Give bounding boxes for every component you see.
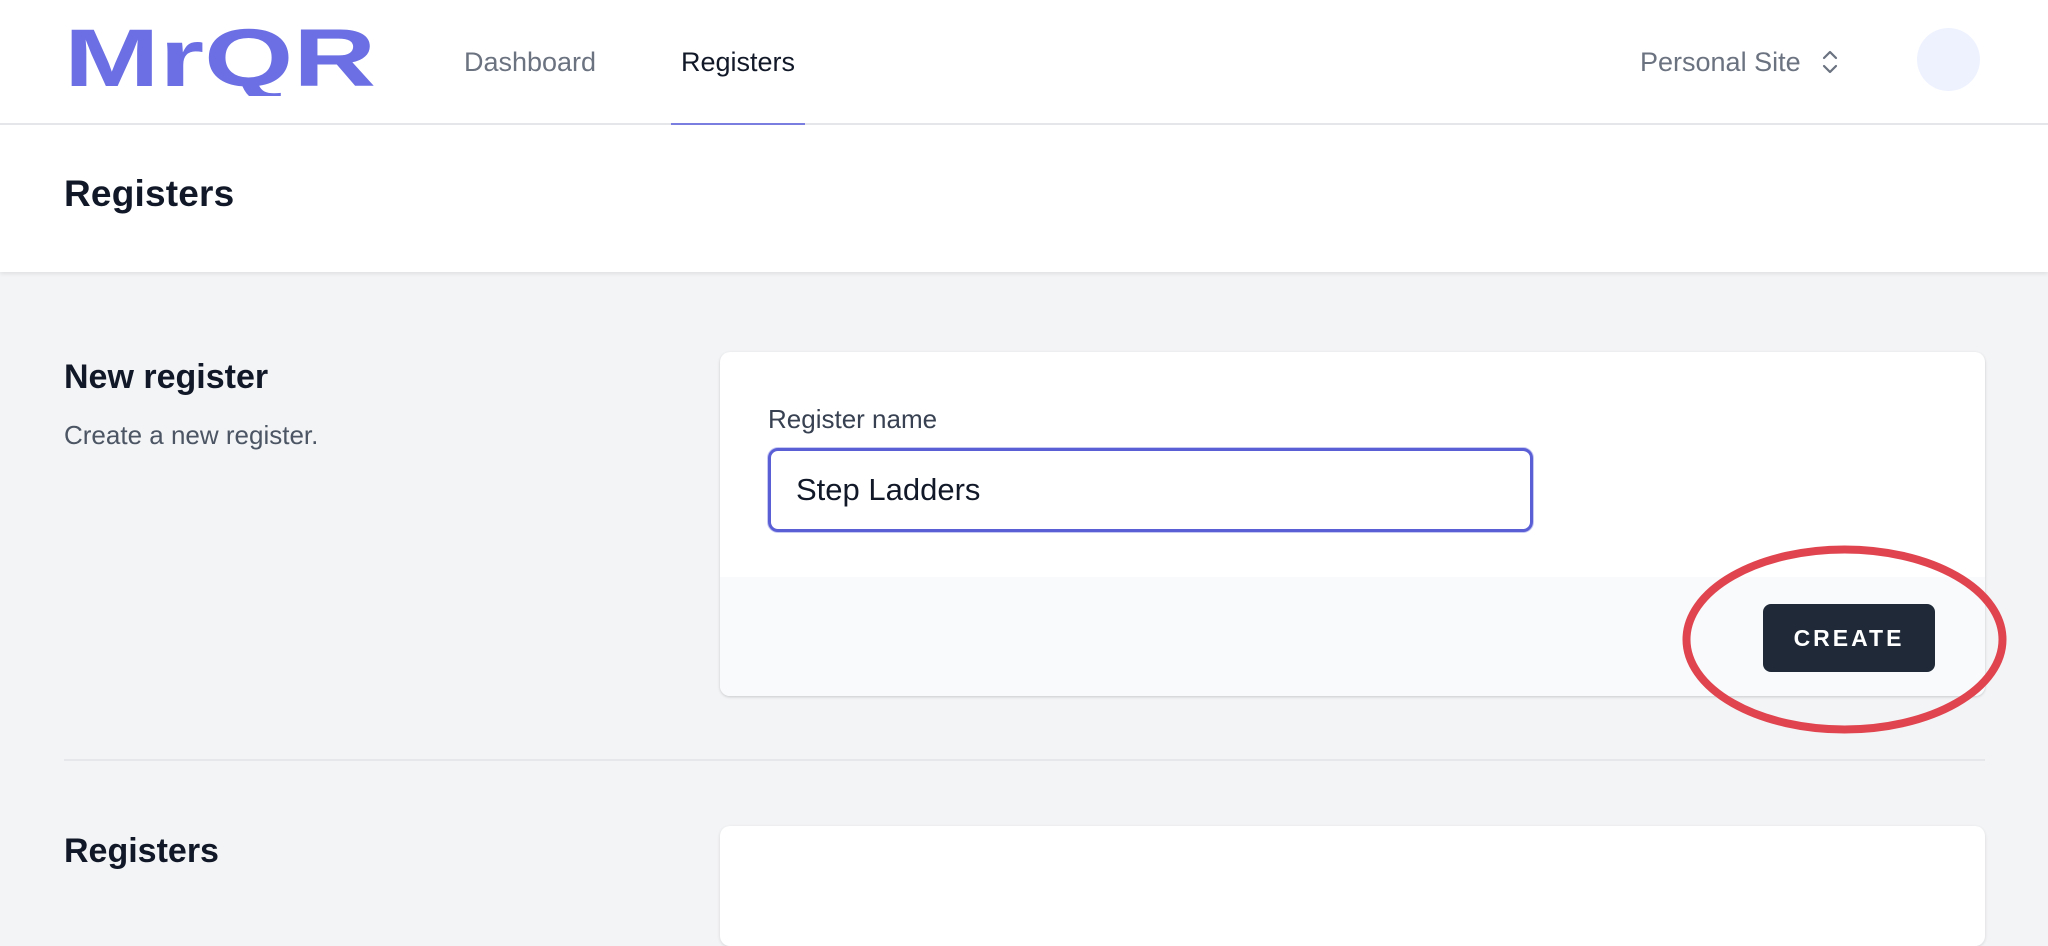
registers-list-card [720, 826, 1985, 946]
section-divider [64, 759, 1985, 761]
page-title: Registers [64, 173, 235, 214]
register-name-label: Register name [768, 404, 938, 434]
new-register-form: Register name CREATE [720, 352, 1985, 696]
page-header: Registers [0, 125, 2048, 272]
nav-dashboard[interactable]: Dashboard [452, 0, 608, 125]
site-switcher-label: Personal Site [1640, 46, 1801, 77]
site-switcher[interactable]: Personal Site [1640, 40, 1841, 84]
top-navigation: MrQR Dashboard Registers Personal Site [0, 0, 2048, 127]
form-footer: CREATE [720, 577, 1985, 696]
avatar[interactable] [1917, 28, 1980, 91]
create-button[interactable]: CREATE [1763, 604, 1935, 672]
new-register-title: New register [64, 358, 269, 396]
svg-text:MrQR: MrQR [64, 24, 376, 96]
registers-section-title: Registers [64, 832, 219, 870]
new-register-description: Create a new register. [64, 420, 319, 450]
register-name-input[interactable] [768, 448, 1533, 532]
mrqr-logo[interactable]: MrQR [64, 24, 376, 96]
nav-registers[interactable]: Registers [671, 0, 805, 127]
chevron-up-down-icon [1822, 50, 1837, 74]
